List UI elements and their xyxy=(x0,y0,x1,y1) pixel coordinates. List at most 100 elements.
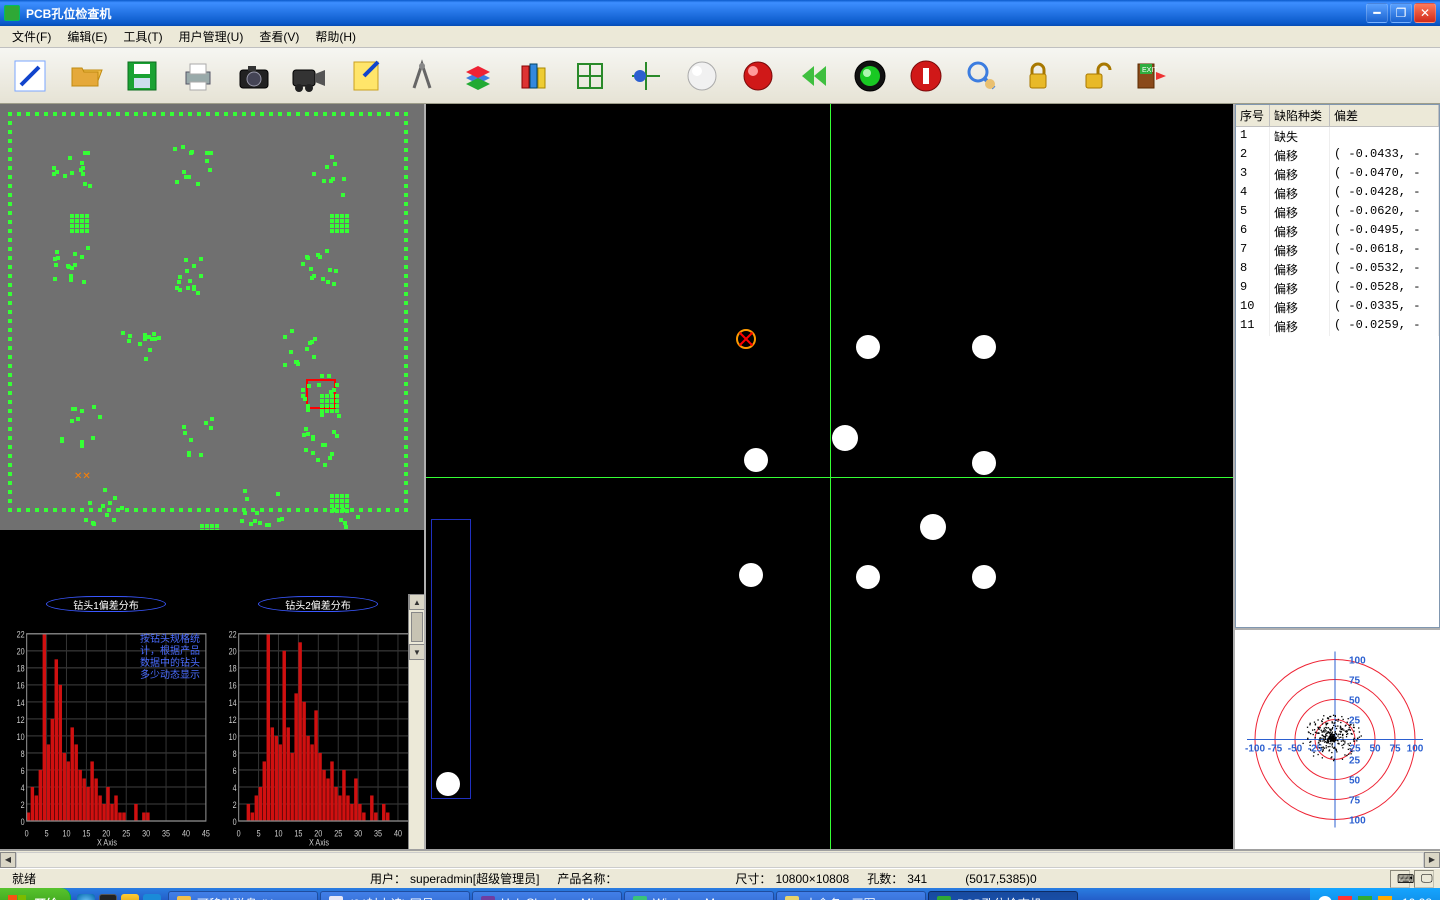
overview-pad xyxy=(8,184,12,188)
hole[interactable] xyxy=(856,565,880,589)
unlock-button[interactable] xyxy=(1074,56,1114,96)
sphere-green-button[interactable] xyxy=(850,56,890,96)
hole[interactable] xyxy=(832,425,858,451)
scroll-left-button[interactable]: ◀ xyxy=(0,852,16,868)
menu-help[interactable]: 帮助(H) xyxy=(307,26,364,47)
svg-text:X Axis: X Axis xyxy=(309,838,329,847)
sphere-red-button[interactable] xyxy=(738,56,778,96)
overview-pad xyxy=(85,219,89,223)
table-row[interactable]: 11偏移( -0.0259, - xyxy=(1236,317,1439,336)
hole[interactable] xyxy=(436,772,460,796)
ql-icon-2[interactable] xyxy=(99,894,117,900)
layers-button[interactable] xyxy=(458,56,498,96)
hole[interactable] xyxy=(739,563,763,587)
scroll-track[interactable] xyxy=(16,852,1424,868)
lock-button[interactable] xyxy=(1018,56,1058,96)
taskbar-task-button[interactable]: HoleChecker - Mi… xyxy=(472,891,622,900)
sphere-white-button[interactable] xyxy=(682,56,722,96)
hole[interactable] xyxy=(744,448,768,472)
taskbar-task-button[interactable]: (64封未读) 网易… xyxy=(320,891,470,900)
taskbar-task-button[interactable]: 未命名 - 画图 xyxy=(776,891,926,900)
tray-icon-4[interactable] xyxy=(1378,896,1392,900)
histogram-vscrollbar[interactable]: ▲ ▼ xyxy=(408,594,424,849)
camcorder-button[interactable] xyxy=(290,56,330,96)
pcb-overview-pane[interactable]: ✕✕ xyxy=(0,104,424,534)
horizontal-scrollbar[interactable]: ◀ ▶ xyxy=(0,851,1440,868)
menu-tool[interactable]: 工具(T) xyxy=(115,26,170,47)
status-screen-icon[interactable]: 🖵 xyxy=(1414,870,1434,888)
books-button[interactable] xyxy=(514,56,554,96)
taskbar-task-button[interactable]: PCB孔位检查机 xyxy=(928,891,1078,900)
hole-missing-marker[interactable] xyxy=(736,329,756,349)
overview-pad xyxy=(334,269,338,273)
menu-edit[interactable]: 编辑(E) xyxy=(59,26,115,47)
save-button[interactable] xyxy=(122,56,162,96)
overview-pad xyxy=(395,112,399,116)
col-index[interactable]: 序号 xyxy=(1236,105,1270,126)
tray-icon[interactable] xyxy=(1318,896,1332,900)
minimize-button[interactable]: ━ xyxy=(1366,3,1388,23)
show-desktop-icon[interactable] xyxy=(143,894,161,900)
overview-pad xyxy=(80,219,84,223)
tray-icon-3[interactable] xyxy=(1358,896,1372,900)
table-row[interactable]: 3偏移( -0.0470, - xyxy=(1236,165,1439,184)
ie-icon[interactable] xyxy=(77,894,95,900)
stop-red-button[interactable] xyxy=(906,56,946,96)
table-row[interactable]: 6偏移( -0.0495, - xyxy=(1236,222,1439,241)
overview-pad xyxy=(8,166,12,170)
polar-scatter-panel[interactable]: -100-75-50-25255075100100755025255075100 xyxy=(1235,628,1440,849)
compass-button[interactable] xyxy=(402,56,442,96)
main-inspection-view[interactable] xyxy=(426,104,1235,849)
print-button[interactable] xyxy=(178,56,218,96)
overview-pad xyxy=(404,139,408,143)
table-row[interactable]: 4偏移( -0.0428, - xyxy=(1236,184,1439,203)
hole[interactable] xyxy=(972,565,996,589)
scroll-down-button[interactable]: ▼ xyxy=(409,644,424,660)
zoom-user-button[interactable] xyxy=(962,56,1002,96)
table-row[interactable]: 10偏移( -0.0335, - xyxy=(1236,298,1439,317)
exit-door-button[interactable]: EXIT xyxy=(1130,56,1170,96)
grid-button[interactable] xyxy=(570,56,610,96)
hole[interactable] xyxy=(920,514,946,540)
note-button[interactable] xyxy=(346,56,386,96)
start-button[interactable]: 开始 xyxy=(0,888,71,900)
open-button[interactable] xyxy=(66,56,106,96)
table-row[interactable]: 1缺失 xyxy=(1236,127,1439,146)
histogram-right[interactable]: 钻头2偏差分布 02468101214161820220510152025303… xyxy=(212,594,424,849)
scroll-right-button[interactable]: ▶ xyxy=(1424,852,1440,868)
pen-button[interactable] xyxy=(10,56,50,96)
rewind-button[interactable] xyxy=(794,56,834,96)
table-row[interactable]: 9偏移( -0.0528, - xyxy=(1236,279,1439,298)
svg-text:40: 40 xyxy=(182,829,190,839)
status-keyboard-icon[interactable]: ⌨ xyxy=(1390,870,1410,888)
hole[interactable] xyxy=(972,335,996,359)
tray-clock[interactable]: 10:28 xyxy=(1402,896,1432,900)
col-deviation[interactable]: 偏差 xyxy=(1330,105,1439,126)
menu-view[interactable]: 查看(V) xyxy=(251,26,307,47)
maximize-button[interactable]: ❐ xyxy=(1390,3,1412,23)
menu-file[interactable]: 文件(F) xyxy=(4,26,59,47)
menu-user[interactable]: 用户管理(U) xyxy=(171,26,252,47)
col-type[interactable]: 缺陷种类 xyxy=(1270,105,1330,126)
camera-button[interactable] xyxy=(234,56,274,96)
overview-pad xyxy=(404,445,408,449)
target-dot-button[interactable] xyxy=(626,56,666,96)
table-row[interactable]: 2偏移( -0.0433, - xyxy=(1236,146,1439,165)
table-row[interactable]: 8偏移( -0.0532, - xyxy=(1236,260,1439,279)
taskbar-task-button[interactable]: Windows Messenger xyxy=(624,891,774,900)
scroll-up-button[interactable]: ▲ xyxy=(409,594,424,610)
overview-pad xyxy=(314,112,318,116)
histogram-left[interactable]: 钻头1偏差分布 按钻头规格统 计，根据产品 数据中的钻头 多少动态显示 0246… xyxy=(0,594,212,849)
close-button[interactable]: ✕ xyxy=(1414,3,1436,23)
taskbar-task-button[interactable]: 可移动磁盘 (I:) xyxy=(168,891,318,900)
defect-table[interactable]: 序号 缺陷种类 偏差 1缺失2偏移( -0.0433, -3偏移( -0.047… xyxy=(1235,104,1440,628)
tray-icon-shield[interactable] xyxy=(1338,896,1352,900)
hole[interactable] xyxy=(856,335,880,359)
scroll-thumb[interactable] xyxy=(411,612,423,642)
table-row[interactable]: 7偏移( -0.0618, - xyxy=(1236,241,1439,260)
hole[interactable] xyxy=(972,451,996,475)
overview-pad xyxy=(404,256,408,260)
view-selection-box[interactable] xyxy=(431,519,471,799)
table-row[interactable]: 5偏移( -0.0620, - xyxy=(1236,203,1439,222)
ql-icon-3[interactable] xyxy=(121,894,139,900)
